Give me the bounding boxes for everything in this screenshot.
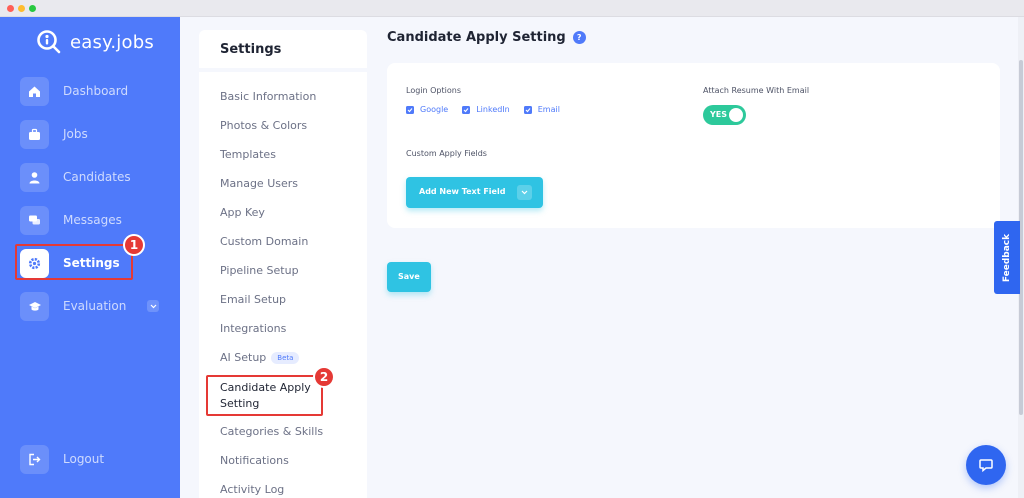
annotation-box-settings <box>15 244 133 280</box>
settings-item-notifications[interactable]: Notifications <box>220 454 289 467</box>
save-button-label: Save <box>398 272 420 281</box>
settings-item-activity-log[interactable]: Activity Log <box>220 483 284 496</box>
settings-item-manage-users[interactable]: Manage Users <box>220 177 298 190</box>
login-option-label: LinkedIn <box>476 105 510 114</box>
settings-item-photos-colors[interactable]: Photos & Colors <box>220 119 307 132</box>
sidebar-item-label: Dashboard <box>63 84 129 98</box>
settings-item-label: AI Setup <box>220 351 267 364</box>
add-new-text-field-button[interactable]: Add New Text Field <box>406 177 543 208</box>
sidebar-item-evaluation[interactable]: Evaluation <box>20 291 165 321</box>
sidebar-item-label: Messages <box>63 213 122 227</box>
logout-label: Logout <box>63 452 105 466</box>
app-logo[interactable]: easy.jobs <box>36 29 154 55</box>
settings-item-templates[interactable]: Templates <box>220 148 276 161</box>
window-chrome <box>0 0 1024 17</box>
sidebar-item-label: Candidates <box>63 170 131 184</box>
chat-bubble-icon <box>979 459 993 473</box>
apply-settings-card: Login Options Google LinkedIn Email Atta… <box>387 63 1000 228</box>
settings-item-app-key[interactable]: App Key <box>220 206 265 219</box>
settings-item-ai-setup[interactable]: AI Setup Beta <box>220 351 300 364</box>
attach-resume-label: Attach Resume With Email <box>703 86 810 95</box>
attach-resume-toggle[interactable]: YES <box>703 105 746 125</box>
chat-bubbles-icon <box>20 205 49 235</box>
login-option-label: Google <box>420 105 449 114</box>
settings-item-integrations[interactable]: Integrations <box>220 322 286 335</box>
login-option-email[interactable]: Email <box>523 105 560 114</box>
settings-item-categories-skills[interactable]: Categories & Skills <box>220 425 323 438</box>
login-option-google[interactable]: Google <box>406 105 448 114</box>
toggle-knob <box>729 108 743 122</box>
feedback-tab[interactable]: Feedback <box>994 221 1020 294</box>
settings-menu: Settings Basic Information Photos & Colo… <box>199 30 367 498</box>
login-options-label: Login Options <box>406 86 461 95</box>
login-option-linkedin[interactable]: LinkedIn <box>462 105 510 114</box>
login-option-label: Email <box>537 105 560 114</box>
logo-text: easy.jobs <box>70 31 154 53</box>
maximize-window-icon[interactable] <box>29 5 36 12</box>
sidebar-item-messages[interactable]: Messages <box>20 205 165 235</box>
settings-item-pipeline-setup[interactable]: Pipeline Setup <box>220 264 299 277</box>
add-field-button-label: Add New Text Field <box>419 187 506 196</box>
chat-support-button[interactable] <box>966 445 1006 485</box>
checkbox-checked-icon[interactable] <box>523 105 532 114</box>
settings-item-custom-domain[interactable]: Custom Domain <box>220 235 308 248</box>
annotation-badge-2: 2 <box>313 366 335 388</box>
sidebar-item-label: Evaluation <box>63 299 127 313</box>
custom-apply-fields-label: Custom Apply Fields <box>406 149 487 158</box>
logout-icon <box>20 444 49 474</box>
feedback-label: Feedback <box>1002 233 1012 282</box>
chevron-down-icon[interactable] <box>147 300 159 312</box>
page-title-text: Candidate Apply Setting <box>387 30 566 45</box>
close-window-icon[interactable] <box>7 5 14 12</box>
chevron-down-icon[interactable] <box>517 185 532 200</box>
login-options-group: Google LinkedIn Email <box>406 105 574 114</box>
sidebar-item-label: Jobs <box>63 127 88 141</box>
home-icon <box>20 76 49 106</box>
annotation-box-candidate-apply <box>206 375 323 416</box>
settings-menu-header: Settings <box>199 30 367 68</box>
settings-menu-list: Basic Information Photos & Colors Templa… <box>199 72 367 498</box>
checkbox-checked-icon[interactable] <box>406 105 414 114</box>
page-title: Candidate Apply Setting ? <box>387 30 586 45</box>
user-icon <box>20 162 49 192</box>
sidebar-item-dashboard[interactable]: Dashboard <box>20 76 165 106</box>
logo-icon <box>36 29 62 55</box>
settings-menu-title: Settings <box>220 42 282 57</box>
help-icon[interactable]: ? <box>572 31 586 44</box>
briefcase-icon <box>20 119 49 149</box>
save-button[interactable]: Save <box>387 262 431 292</box>
settings-item-email-setup[interactable]: Email Setup <box>220 293 286 306</box>
toggle-state-label: YES <box>710 110 728 119</box>
beta-badge: Beta <box>271 352 300 364</box>
settings-item-basic-information[interactable]: Basic Information <box>220 90 316 103</box>
annotation-badge-1: 1 <box>123 234 145 256</box>
sidebar-item-jobs[interactable]: Jobs <box>20 119 165 149</box>
logout-button[interactable]: Logout <box>20 444 165 474</box>
graduation-cap-icon <box>20 291 49 321</box>
minimize-window-icon[interactable] <box>18 5 25 12</box>
sidebar-item-candidates[interactable]: Candidates <box>20 162 165 192</box>
checkbox-checked-icon[interactable] <box>462 105 471 114</box>
